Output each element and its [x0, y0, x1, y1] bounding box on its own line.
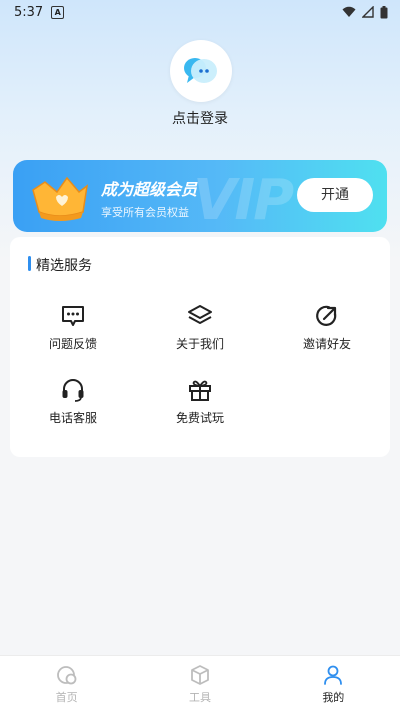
services-title: 精选服务	[28, 255, 92, 275]
feedback-icon	[62, 306, 84, 326]
status-bar: 5:37 A	[0, 0, 400, 24]
layers-icon	[188, 305, 212, 324]
service-label: 电话客服	[48, 411, 97, 425]
vip-subtitle: 享受所有会员权益	[101, 206, 189, 219]
headset-icon	[62, 379, 84, 402]
service-label: 免费试玩	[175, 411, 224, 425]
vip-banner[interactable]: VIP 成为超级会员 享受所有会员权益 开通	[13, 160, 387, 232]
service-phone[interactable]: 电话客服	[10, 377, 136, 426]
box-icon	[191, 664, 209, 685]
tab-mine[interactable]: 我的	[267, 656, 400, 712]
avatar[interactable]	[170, 40, 232, 102]
crown-icon	[32, 176, 89, 221]
chat-bubble-icon	[184, 58, 217, 83]
status-left: 5:37 A	[14, 4, 65, 20]
service-free-trial[interactable]: 免费试玩	[137, 377, 263, 426]
service-label: 问题反馈	[48, 337, 97, 351]
battery-icon	[380, 5, 388, 18]
tab-tools[interactable]: 工具	[133, 656, 266, 712]
service-invite[interactable]: 邀请好友	[264, 303, 390, 352]
wifi-icon	[342, 6, 356, 17]
status-right	[342, 5, 388, 19]
tab-home[interactable]: 首页	[0, 656, 133, 712]
signal-icon	[362, 6, 374, 18]
services-card: 精选服务 问题反馈 关于我们 邀请好友 电话客服 免费试玩	[10, 237, 390, 457]
gift-icon	[189, 380, 211, 401]
home-icon	[56, 665, 77, 684]
service-label: 关于我们	[175, 337, 224, 351]
vip-title: 成为超级会员	[101, 180, 198, 199]
service-feedback[interactable]: 问题反馈	[10, 303, 136, 352]
login-link[interactable]: 点击登录	[0, 108, 400, 128]
vip-watermark: VIP	[193, 168, 294, 232]
status-time: 5:37	[14, 4, 44, 20]
profile-icon	[324, 665, 343, 685]
tab-label: 首页	[55, 690, 78, 704]
tab-label: 工具	[188, 690, 211, 704]
share-icon	[316, 305, 337, 326]
bottom-tab-bar: 首页 工具 我的	[0, 655, 400, 712]
tab-label: 我的	[322, 690, 345, 704]
vip-open-button[interactable]: 开通	[297, 178, 373, 212]
app-notification-icon: A	[51, 5, 65, 19]
service-about[interactable]: 关于我们	[137, 303, 263, 352]
service-label: 邀请好友	[302, 337, 351, 351]
